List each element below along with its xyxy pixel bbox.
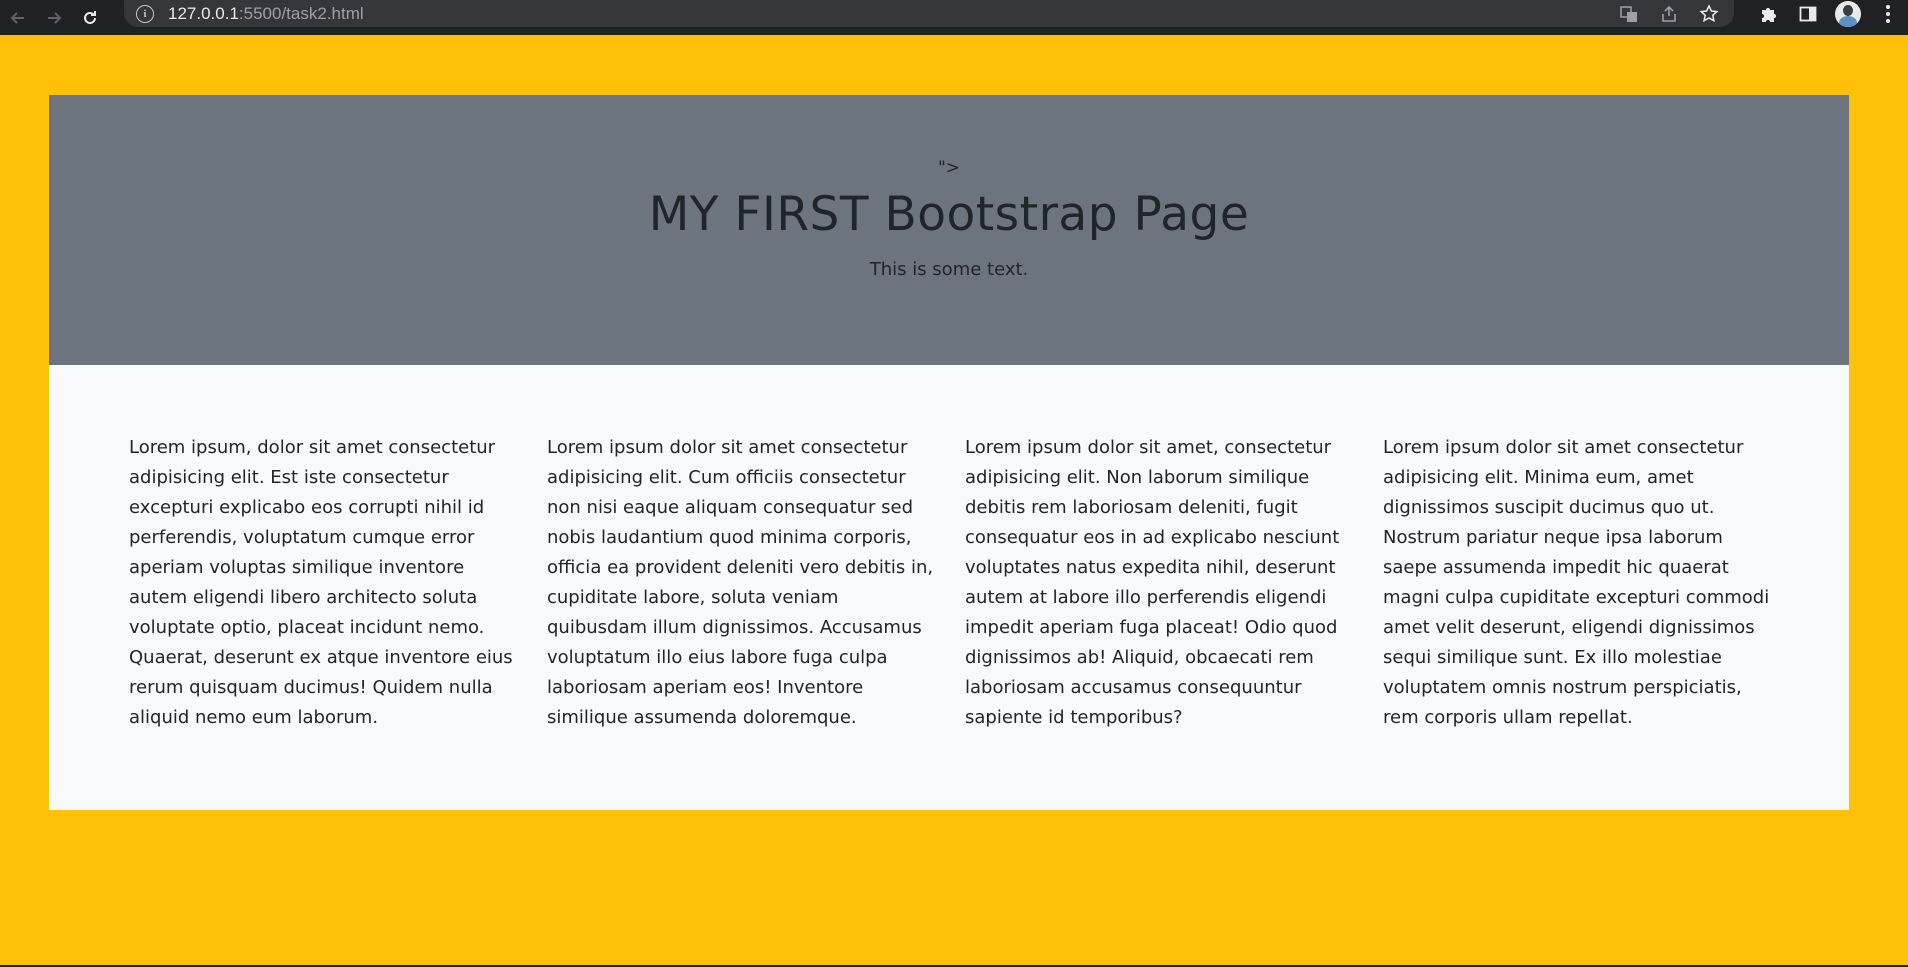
translate-icon[interactable]	[1618, 3, 1640, 25]
kebab-menu-icon[interactable]	[1868, 0, 1908, 27]
reload-icon	[84, 10, 96, 24]
columns-row: Lorem ipsum, dolor sit amet consectetur …	[129, 433, 1809, 733]
url-path: :5500/task2.html	[238, 3, 364, 23]
hero-section: "> MY FIRST Bootstrap Page This is some …	[49, 95, 1849, 365]
puzzle-icon[interactable]	[1748, 0, 1788, 27]
column-text-1: Lorem ipsum, dolor sit amet consectetur …	[129, 437, 513, 728]
column-text-4: Lorem ipsum dolor sit amet consectetur a…	[1383, 437, 1770, 728]
side-panel-icon[interactable]	[1788, 0, 1828, 27]
column-text-3: Lorem ipsum dolor sit amet, consectetur …	[965, 437, 1340, 728]
content-section: Lorem ipsum, dolor sit amet consectetur …	[49, 365, 1849, 810]
avatar	[1835, 0, 1861, 27]
share-icon[interactable]	[1658, 3, 1680, 25]
arrow-right-icon	[48, 11, 62, 24]
address-bar-actions	[1618, 0, 1720, 27]
address-bar[interactable]: i 127.0.0.1:5500/task2.html	[124, 0, 1734, 27]
url-host: 127.0.0.1	[168, 3, 239, 23]
column-text-2: Lorem ipsum dolor sit amet consectetur a…	[547, 437, 934, 728]
page-title: MY FIRST Bootstrap Page	[648, 187, 1250, 242]
forward-button[interactable]	[36, 0, 72, 35]
stray-markup-text: ">	[937, 158, 961, 178]
info-icon[interactable]: i	[136, 4, 154, 23]
arrow-left-icon	[10, 11, 24, 24]
toolbar-actions	[1748, 0, 1908, 27]
hero-subtext: This is some text.	[869, 259, 1029, 280]
star-icon[interactable]	[1698, 3, 1720, 25]
back-button[interactable]	[0, 0, 36, 35]
reload-button[interactable]	[72, 0, 108, 35]
browser-toolbar: i 127.0.0.1:5500/task2.html	[0, 0, 1908, 35]
url-text[interactable]: 127.0.0.1:5500/task2.html	[168, 4, 364, 24]
profile-button[interactable]	[1828, 0, 1868, 27]
